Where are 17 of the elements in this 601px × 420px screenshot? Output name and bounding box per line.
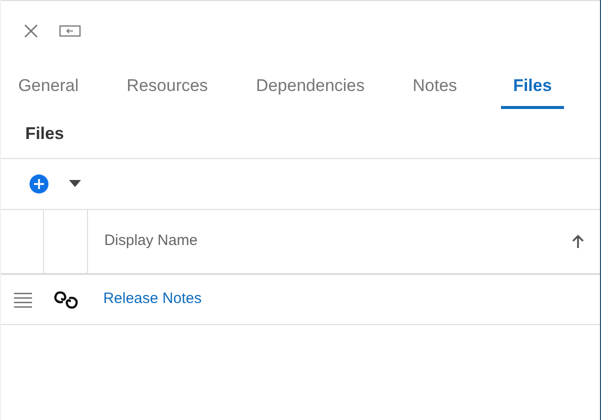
dropdown-button[interactable] bbox=[69, 180, 82, 188]
add-button[interactable] bbox=[29, 174, 50, 194]
caret-icon bbox=[69, 180, 82, 188]
tab[interactable]: Files bbox=[501, 65, 564, 109]
link-icon bbox=[53, 290, 80, 310]
drag-handle-icon[interactable] bbox=[12, 292, 33, 308]
file-link[interactable]: Release Notes bbox=[88, 288, 202, 311]
tab[interactable]: Resources bbox=[122, 65, 212, 109]
tab[interactable]: General bbox=[14, 65, 83, 109]
collapse-button[interactable] bbox=[59, 24, 82, 38]
tab[interactable]: Dependencies bbox=[252, 65, 369, 109]
close-icon bbox=[23, 23, 40, 39]
close-button[interactable] bbox=[23, 23, 40, 39]
column-header[interactable]: Display Name bbox=[88, 210, 600, 273]
section-title: Files bbox=[25, 122, 64, 145]
plus-icon bbox=[29, 174, 50, 194]
tab[interactable]: Notes bbox=[408, 65, 462, 109]
